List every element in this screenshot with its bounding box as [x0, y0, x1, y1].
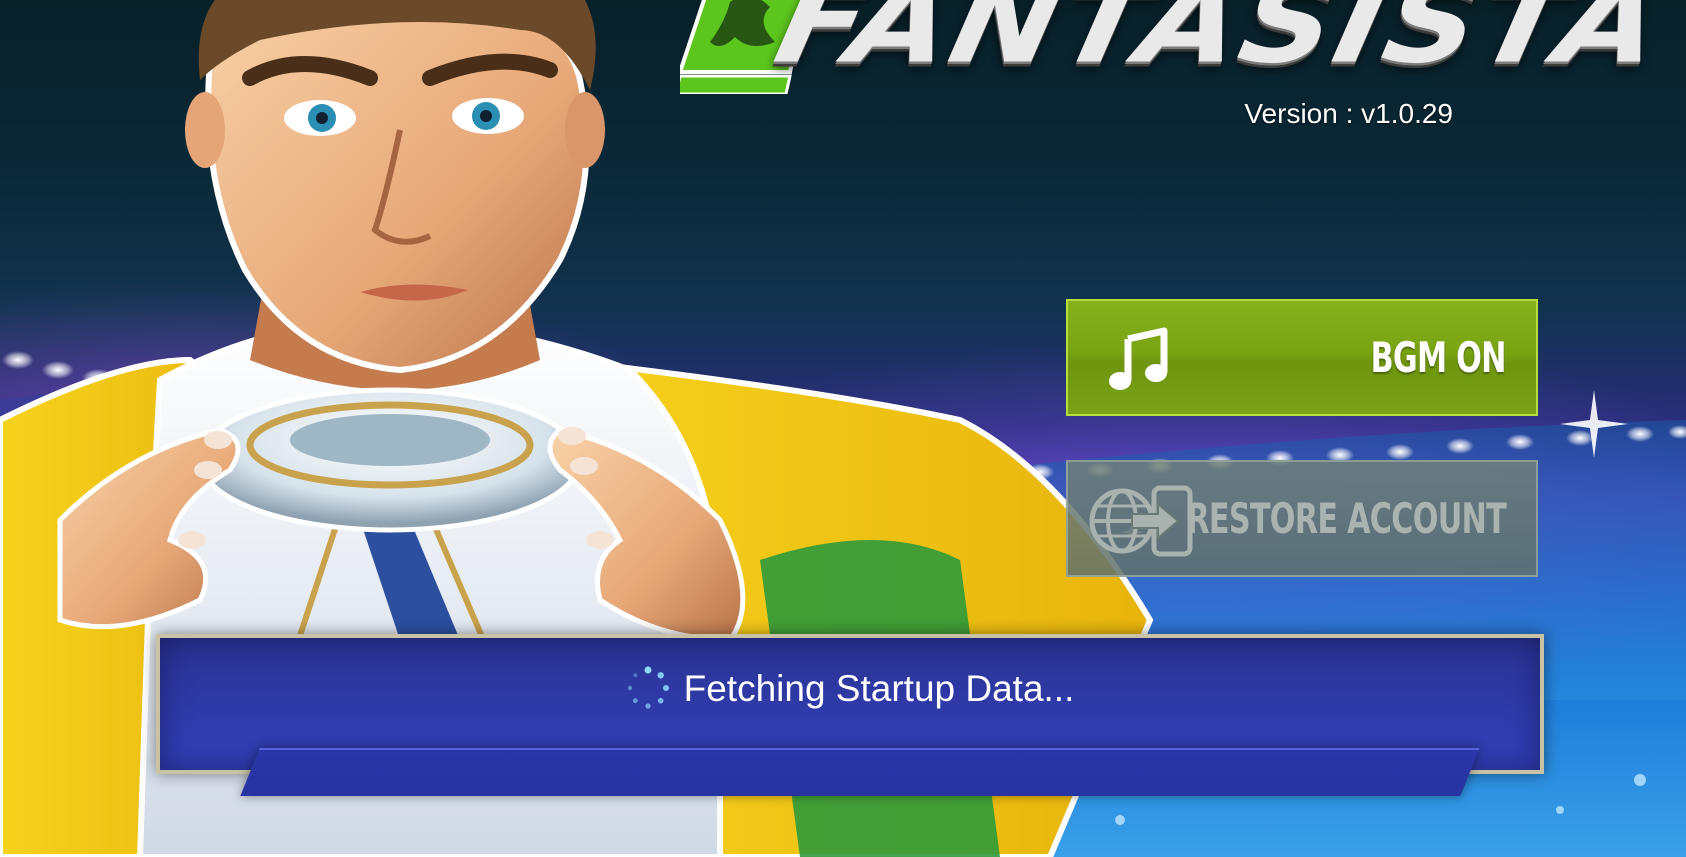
restore-button-label: RESTORE ACCOUNT: [1186, 494, 1506, 543]
globe-transfer-icon: [1089, 485, 1193, 557]
loading-status: Fetching Startup Data...: [160, 666, 1540, 713]
music-note-icon: [1109, 327, 1168, 390]
loading-spinner-icon: [627, 666, 669, 709]
loading-status-panel: Fetching Startup Data...: [156, 634, 1544, 796]
restore-account-button[interactable]: RESTORE ACCOUNT: [1066, 460, 1538, 577]
version-label: Version : v1.0.29: [1244, 98, 1453, 129]
loading-status-text: Fetching Startup Data...: [683, 668, 1075, 709]
bgm-button-label: BGM ON: [1370, 333, 1507, 382]
game-start-screen: FANTASISTA Version : v1.0.29 BGM ON REST…: [0, 0, 1686, 857]
logo-text: FANTASISTA: [765, 0, 1675, 89]
bgm-toggle-button[interactable]: BGM ON: [1066, 299, 1538, 416]
status-panel-tab: [240, 748, 1480, 796]
